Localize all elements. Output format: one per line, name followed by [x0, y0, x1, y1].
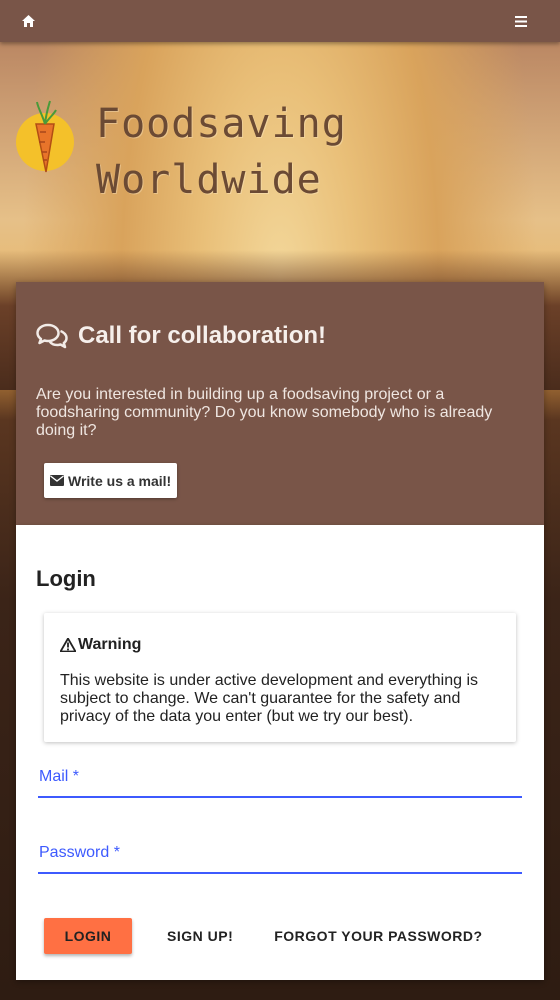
top-bar	[0, 0, 560, 42]
write-mail-button[interactable]: Write us a mail!	[44, 463, 178, 498]
site-logo[interactable]: Foodsaving Worldwide	[16, 96, 346, 206]
home-button[interactable]	[7, 0, 49, 42]
warning-text: This website is under active development…	[60, 672, 478, 725]
comments-icon	[36, 323, 68, 349]
password-underline	[38, 872, 522, 874]
collaboration-text: Are you interested in building up a food…	[36, 386, 493, 439]
collaboration-card: Call for collaboration! Are you interest…	[16, 282, 544, 525]
write-mail-label: Write us a mail!	[68, 472, 172, 489]
login-button[interactable]: LOGIN	[44, 918, 132, 954]
login-card: Login Warning This website is under acti…	[16, 525, 544, 980]
carrot-logo-icon	[16, 100, 74, 173]
login-title: Login	[36, 566, 96, 591]
logo-text: Foodsaving Worldwide	[96, 96, 347, 208]
password-input[interactable]	[38, 844, 522, 872]
collaboration-title: Call for collaboration!	[78, 322, 327, 349]
collaboration-header: Call for collaboration!	[36, 322, 326, 350]
warning-box: Warning This website is under active dev…	[44, 613, 516, 742]
password-field[interactable]: Password *	[38, 844, 522, 874]
menu-button[interactable]	[503, 0, 539, 42]
mail-input[interactable]	[38, 768, 522, 796]
mail-underline	[38, 796, 522, 798]
login-actions: LOGIN SIGN UP! FORGOT YOUR PASSWORD?	[44, 918, 483, 954]
signup-button[interactable]: SIGN UP!	[167, 918, 233, 954]
logo-line-2: Worldwide	[96, 157, 322, 203]
warning-triangle-icon	[60, 638, 76, 652]
mail-field[interactable]: Mail *	[38, 768, 522, 798]
hamburger-menu-icon	[515, 15, 527, 27]
home-icon	[21, 15, 35, 27]
forgot-password-button[interactable]: FORGOT YOUR PASSWORD?	[274, 918, 482, 954]
warning-heading: Warning	[78, 636, 142, 653]
logo-line-1: Foodsaving	[96, 101, 347, 147]
warning-header: Warning	[60, 636, 141, 654]
envelope-icon	[50, 475, 64, 486]
